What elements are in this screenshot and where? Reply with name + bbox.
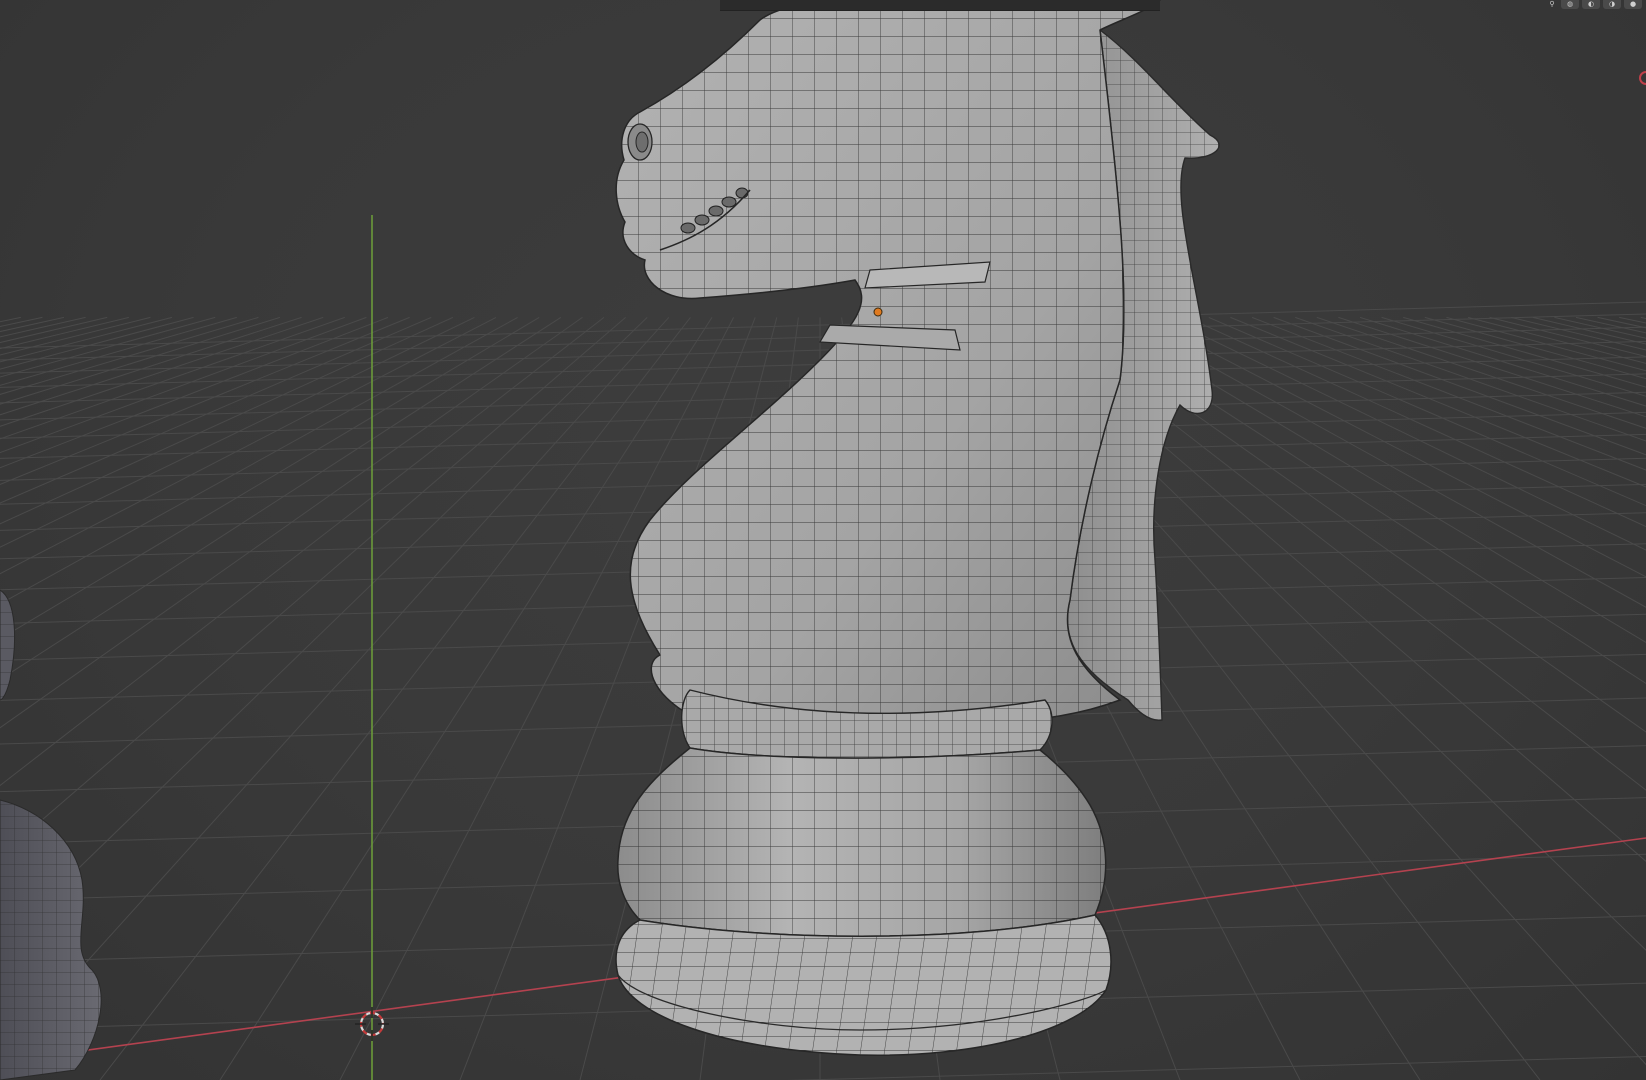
rendered-shading-icon[interactable]: ● — [1624, 0, 1642, 9]
viewport-scene[interactable] — [0, 0, 1646, 1080]
shading-buttons: ⚲ ◍ ◐ ◑ ● — [1546, 0, 1646, 10]
3d-viewport[interactable]: ⚲ ◍ ◐ ◑ ● — [0, 0, 1646, 1080]
knight-object[interactable] — [615, 0, 1220, 1056]
object-origin-dot — [873, 307, 883, 317]
pawn-object[interactable] — [0, 589, 102, 1080]
header-strip — [720, 0, 1160, 11]
solid-shading-icon[interactable]: ◐ — [1582, 0, 1600, 9]
viewport-header: ⚲ ◍ ◐ ◑ ● — [0, 0, 1646, 11]
overlay-icon[interactable]: ⚲ — [1546, 0, 1558, 9]
wireframe-shading-icon[interactable]: ◍ — [1561, 0, 1579, 9]
material-shading-icon[interactable]: ◑ — [1603, 0, 1621, 9]
navigation-gizmo-x-marker[interactable] — [1639, 71, 1646, 85]
